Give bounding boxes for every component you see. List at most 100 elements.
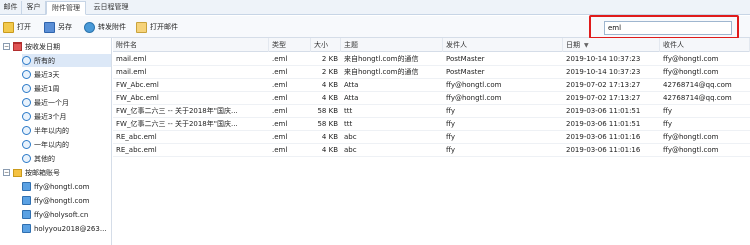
sidebar-item-last-week[interactable]: 最近1周 — [22, 82, 59, 95]
sidebar-item-other[interactable]: 其他的 — [22, 152, 55, 165]
cell-size: 58 KB — [317, 120, 338, 128]
account-icon — [22, 182, 31, 191]
collapse-icon[interactable]: − — [3, 169, 10, 176]
clock-icon — [22, 56, 31, 65]
clock-icon — [22, 98, 31, 107]
cell-recipient: 42768714@qq.com — [663, 81, 732, 89]
tab-attachment-management[interactable]: 附件管理 — [46, 1, 86, 15]
column-header-size[interactable]: 大小 — [311, 38, 341, 52]
open-folder-icon — [3, 21, 14, 33]
cell-sender: ffy — [446, 120, 455, 128]
cell-filename: FW_Abc.eml — [116, 81, 159, 89]
save-as-button[interactable]: 另存 — [44, 20, 72, 34]
cell-filename: mail.eml — [116, 55, 147, 63]
sidebar-item-account[interactable]: ffy@holysoft.cn — [22, 208, 88, 221]
cell-date: 2019-03-06 11:01:51 — [566, 107, 641, 115]
open-button[interactable]: 打开 — [3, 20, 31, 34]
cell-sender: ffy — [446, 107, 455, 115]
cell-size: 2 KB — [321, 68, 338, 76]
cell-sender: ffy — [446, 146, 455, 154]
account-icon — [22, 210, 31, 219]
column-header-recipient[interactable]: 收件人 — [660, 38, 750, 52]
cell-sender: ffy@hongtl.com — [446, 94, 502, 102]
clock-icon — [22, 112, 31, 121]
cell-type: .eml — [272, 107, 288, 115]
tab-customers[interactable]: 客户 — [22, 1, 46, 15]
clock-icon — [22, 126, 31, 135]
tab-mail[interactable]: 邮件 — [0, 1, 22, 15]
account-icon — [22, 196, 31, 205]
cell-type: .eml — [272, 146, 288, 154]
cell-type: .eml — [272, 81, 288, 89]
table-header: 附件名 类型 大小 主题 发件人 日期 ▼ 收件人 — [113, 38, 750, 52]
cell-recipient: ffy — [663, 107, 672, 115]
collapse-icon[interactable]: − — [3, 43, 10, 50]
cell-filename: FW_亿事二六三 -- 关于2018年"国庆... — [116, 107, 238, 115]
cell-date: 2019-10-14 10:37:23 — [566, 68, 641, 76]
cell-recipient: ffy@hongtl.com — [663, 68, 719, 76]
cell-filename: FW_亿事二六三 -- 关于2018年"国庆... — [116, 120, 238, 128]
sidebar: − 按收发日期 所有的 最近3天 最近1周 最近一个月 最近3个月 半年以内的 … — [0, 38, 112, 245]
cell-size: 4 KB — [321, 146, 338, 154]
table-row[interactable]: mail.eml .eml 2 KB 来自hongtl.com的通信 PostM… — [113, 66, 750, 79]
cell-date: 2019-07-02 17:13:27 — [566, 94, 641, 102]
cell-sender: PostMaster — [446, 68, 485, 76]
cell-subject: 来自hongtl.com的通信 — [344, 68, 419, 76]
sidebar-item-last-3-months[interactable]: 最近3个月 — [22, 110, 66, 123]
cell-recipient: 42768714@qq.com — [663, 94, 732, 102]
cell-size: 58 KB — [317, 107, 338, 115]
clock-icon — [22, 154, 31, 163]
table-row[interactable]: RE_abc.eml .eml 4 KB abc ffy 2019-03-06 … — [113, 144, 750, 157]
forward-attachment-button[interactable]: 转发附件 — [84, 20, 126, 34]
cell-type: .eml — [272, 68, 288, 76]
cell-date: 2019-03-06 11:01:16 — [566, 133, 641, 141]
cell-subject: ttt — [344, 107, 353, 115]
sidebar-item-half-year[interactable]: 半年以内的 — [22, 124, 69, 137]
cell-filename: FW_Abc.eml — [116, 94, 159, 102]
search-highlight-box — [589, 15, 739, 39]
table-row[interactable]: FW_Abc.eml .eml 4 KB Atta ffy@hongtl.com… — [113, 92, 750, 105]
cell-recipient: ffy@hongtl.com — [663, 133, 719, 141]
cell-sender: ffy — [446, 133, 455, 141]
sidebar-item-account[interactable]: ffy@hongtl.com — [22, 194, 89, 207]
column-header-type[interactable]: 类型 — [269, 38, 311, 52]
cell-date: 2019-03-06 11:01:51 — [566, 120, 641, 128]
tab-bar: 邮件 客户 附件管理 云日程管理 — [0, 0, 750, 15]
sidebar-item-account[interactable]: ffy@hongtl.com — [22, 180, 89, 193]
sidebar-item-last-month[interactable]: 最近一个月 — [22, 96, 69, 109]
envelope-icon — [136, 21, 147, 33]
sidebar-item-account[interactable]: holyyou2018@263... — [22, 222, 107, 235]
cell-date: 2019-10-14 10:37:23 — [566, 55, 641, 63]
cell-type: .eml — [272, 94, 288, 102]
cell-size: 4 KB — [321, 133, 338, 141]
group-by-account[interactable]: − 按邮箱账号 — [3, 166, 60, 179]
forward-icon — [84, 21, 95, 33]
cell-recipient: ffy — [663, 120, 672, 128]
save-icon — [44, 21, 55, 33]
cell-type: .eml — [272, 55, 288, 63]
clock-icon — [22, 84, 31, 93]
tab-cloud-schedule[interactable]: 云日程管理 — [86, 1, 136, 15]
attachment-table: 附件名 类型 大小 主题 发件人 日期 ▼ 收件人 mail.eml .eml 2… — [113, 38, 750, 245]
open-mail-button[interactable]: 打开邮件 — [136, 20, 178, 34]
mailbox-icon — [13, 168, 22, 177]
sidebar-item-last-3-days[interactable]: 最近3天 — [22, 68, 59, 81]
table-row[interactable]: mail.eml .eml 2 KB 来自hongtl.com的通信 PostM… — [113, 53, 750, 66]
column-header-sender[interactable]: 发件人 — [443, 38, 563, 52]
cell-filename: RE_abc.eml — [116, 133, 157, 141]
sidebar-item-one-year[interactable]: 一年以内的 — [22, 138, 69, 151]
sidebar-item-all[interactable]: 所有的 — [22, 54, 111, 67]
column-header-date[interactable]: 日期 ▼ — [563, 38, 660, 52]
table-row[interactable]: FW_Abc.eml .eml 4 KB Atta ffy@hongtl.com… — [113, 79, 750, 92]
table-row[interactable]: FW_亿事二六三 -- 关于2018年"国庆... .eml 58 KB ttt… — [113, 105, 750, 118]
cell-size: 2 KB — [321, 55, 338, 63]
column-header-filename[interactable]: 附件名 — [113, 38, 269, 52]
table-row[interactable]: RE_abc.eml .eml 4 KB abc ffy 2019-03-06 … — [113, 131, 750, 144]
cell-recipient: ffy@hongtl.com — [663, 55, 719, 63]
cell-subject: Atta — [344, 81, 359, 89]
cell-recipient: ffy@hongtl.com — [663, 146, 719, 154]
table-row[interactable]: FW_亿事二六三 -- 关于2018年"国庆... .eml 58 KB ttt… — [113, 118, 750, 131]
cell-type: .eml — [272, 133, 288, 141]
column-header-subject[interactable]: 主题 — [341, 38, 443, 52]
group-by-date[interactable]: − 按收发日期 — [3, 40, 60, 53]
